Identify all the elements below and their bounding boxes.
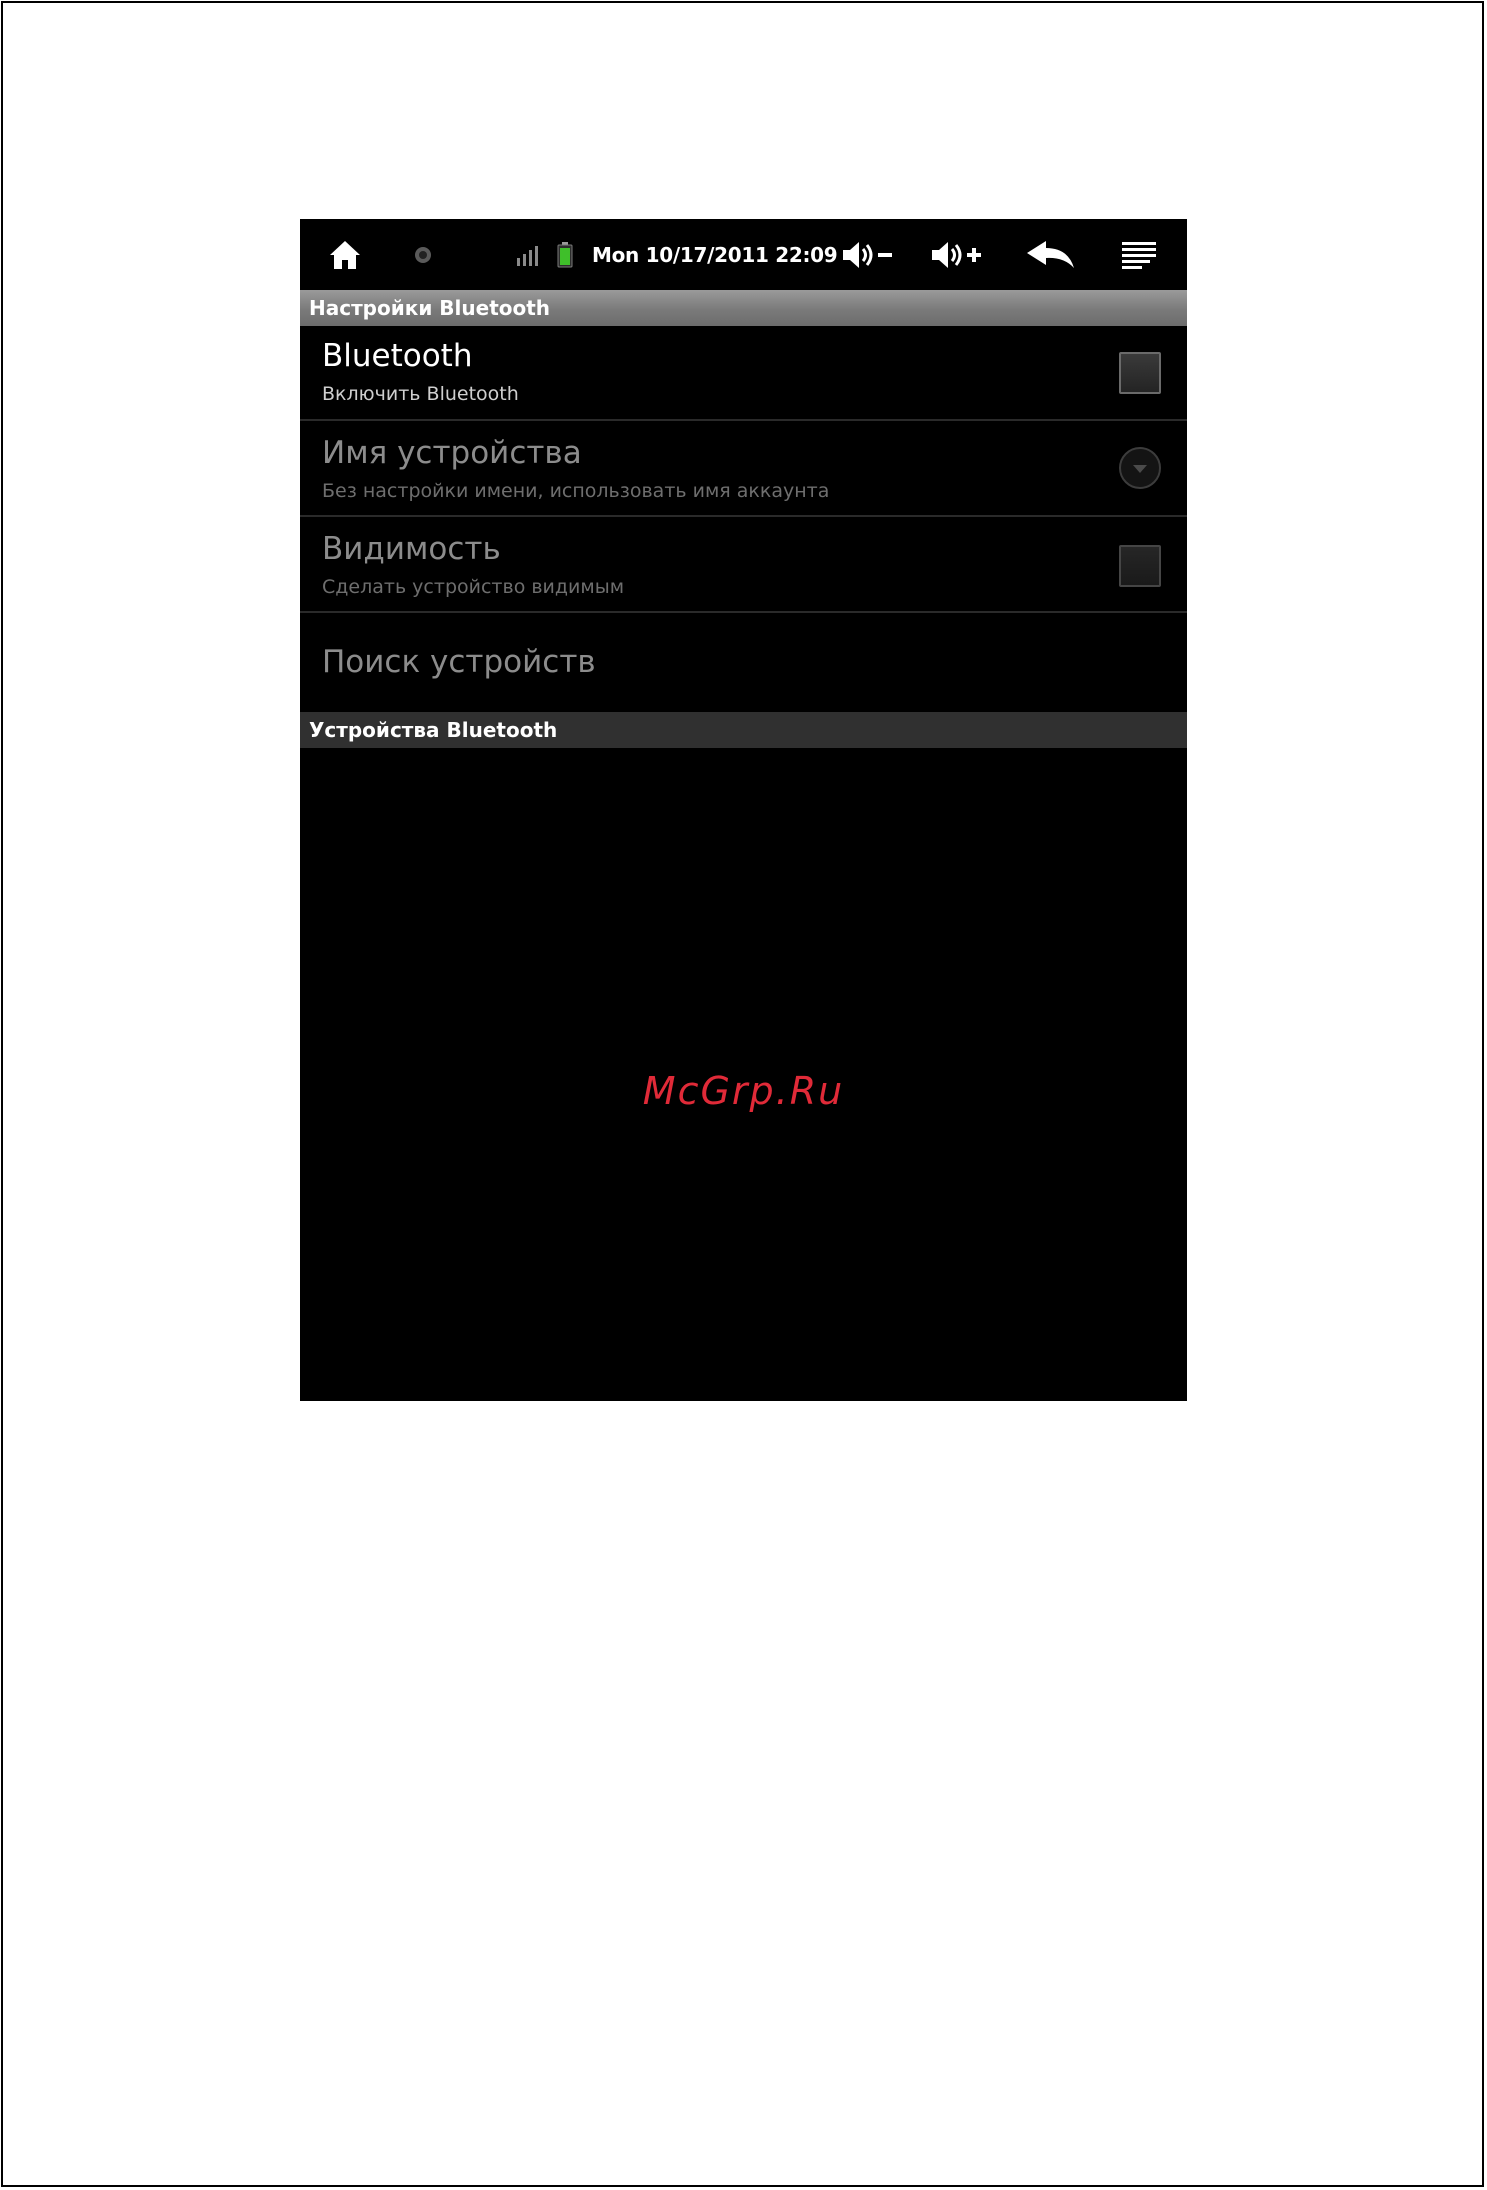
pref-device-name-summary: Без настройки имени, использовать имя ак… xyxy=(322,480,830,502)
signal-icon xyxy=(513,219,543,290)
device-screen: Mon 10/17/2011 22:09 Настройки Bluetooth… xyxy=(300,219,1187,1401)
menu-icon[interactable] xyxy=(1117,219,1161,290)
home-icon[interactable] xyxy=(320,219,370,290)
pref-device-name[interactable]: Имя устройства Без настройки имени, испо… xyxy=(300,422,1187,517)
pref-scan-devices[interactable]: Поиск устройств xyxy=(300,614,1187,712)
dropdown-arrow-icon[interactable] xyxy=(1118,446,1162,490)
volume-up-icon[interactable] xyxy=(926,219,988,290)
pref-bluetooth-summary: Включить Bluetooth xyxy=(322,383,519,405)
battery-icon xyxy=(550,219,580,290)
status-bar: Mon 10/17/2011 22:09 xyxy=(300,219,1187,290)
settings-section-header: Настройки Bluetooth xyxy=(300,290,1187,326)
pref-bluetooth[interactable]: Bluetooth Включить Bluetooth xyxy=(300,326,1187,421)
pref-device-name-title: Имя устройства xyxy=(322,435,582,471)
pref-visibility-title: Видимость xyxy=(322,531,501,567)
visibility-checkbox[interactable] xyxy=(1119,545,1161,587)
devices-section-header: Устройства Bluetooth xyxy=(300,712,1187,748)
pref-scan-devices-title: Поиск устройств xyxy=(322,644,596,680)
volume-down-icon[interactable] xyxy=(837,219,899,290)
pref-visibility[interactable]: Видимость Сделать устройство видимым xyxy=(300,518,1187,613)
pref-bluetooth-title: Bluetooth xyxy=(322,338,473,374)
bluetooth-checkbox[interactable] xyxy=(1119,352,1161,394)
status-datetime: Mon 10/17/2011 22:09 xyxy=(592,242,838,267)
watermark: McGrp.Ru xyxy=(642,1069,845,1113)
pref-visibility-summary: Сделать устройство видимым xyxy=(322,576,625,598)
record-dot-icon xyxy=(408,219,438,290)
back-icon[interactable] xyxy=(1021,219,1081,290)
